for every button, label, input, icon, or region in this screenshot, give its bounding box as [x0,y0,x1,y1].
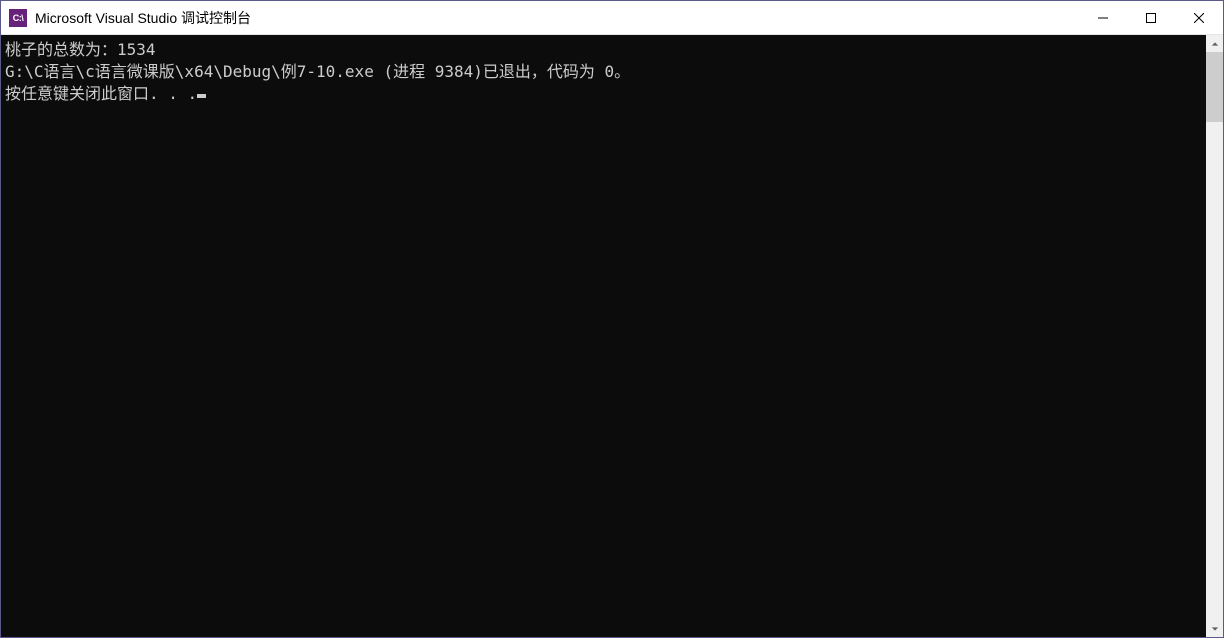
close-button[interactable] [1175,1,1223,34]
cursor [197,94,206,98]
chevron-up-icon [1211,40,1219,48]
chevron-down-icon [1211,625,1219,633]
scroll-up-button[interactable] [1206,35,1223,52]
console-body: 桃子的总数为：1534G:\C语言\c语言微课版\x64\Debug\例7-10… [1,35,1223,637]
window-title: Microsoft Visual Studio 调试控制台 [35,8,1079,28]
close-icon [1194,13,1204,23]
titlebar[interactable]: C:\ Microsoft Visual Studio 调试控制台 [1,1,1223,35]
vertical-scrollbar[interactable] [1206,35,1223,637]
scroll-thumb[interactable] [1206,52,1223,122]
scroll-track[interactable] [1206,52,1223,620]
maximize-button[interactable] [1127,1,1175,34]
output-line: 按任意键关闭此窗口. . . [5,83,1206,105]
window-controls [1079,1,1223,34]
output-line: G:\C语言\c语言微课版\x64\Debug\例7-10.exe (进程 93… [5,61,1206,83]
maximize-icon [1146,13,1156,23]
scroll-down-button[interactable] [1206,620,1223,637]
output-line: 桃子的总数为：1534 [5,39,1206,61]
console-output[interactable]: 桃子的总数为：1534G:\C语言\c语言微课版\x64\Debug\例7-10… [1,35,1206,637]
minimize-button[interactable] [1079,1,1127,34]
console-window: C:\ Microsoft Visual Studio 调试控制台 桃子的总数为… [0,0,1224,638]
app-icon: C:\ [9,9,27,27]
minimize-icon [1098,13,1108,23]
